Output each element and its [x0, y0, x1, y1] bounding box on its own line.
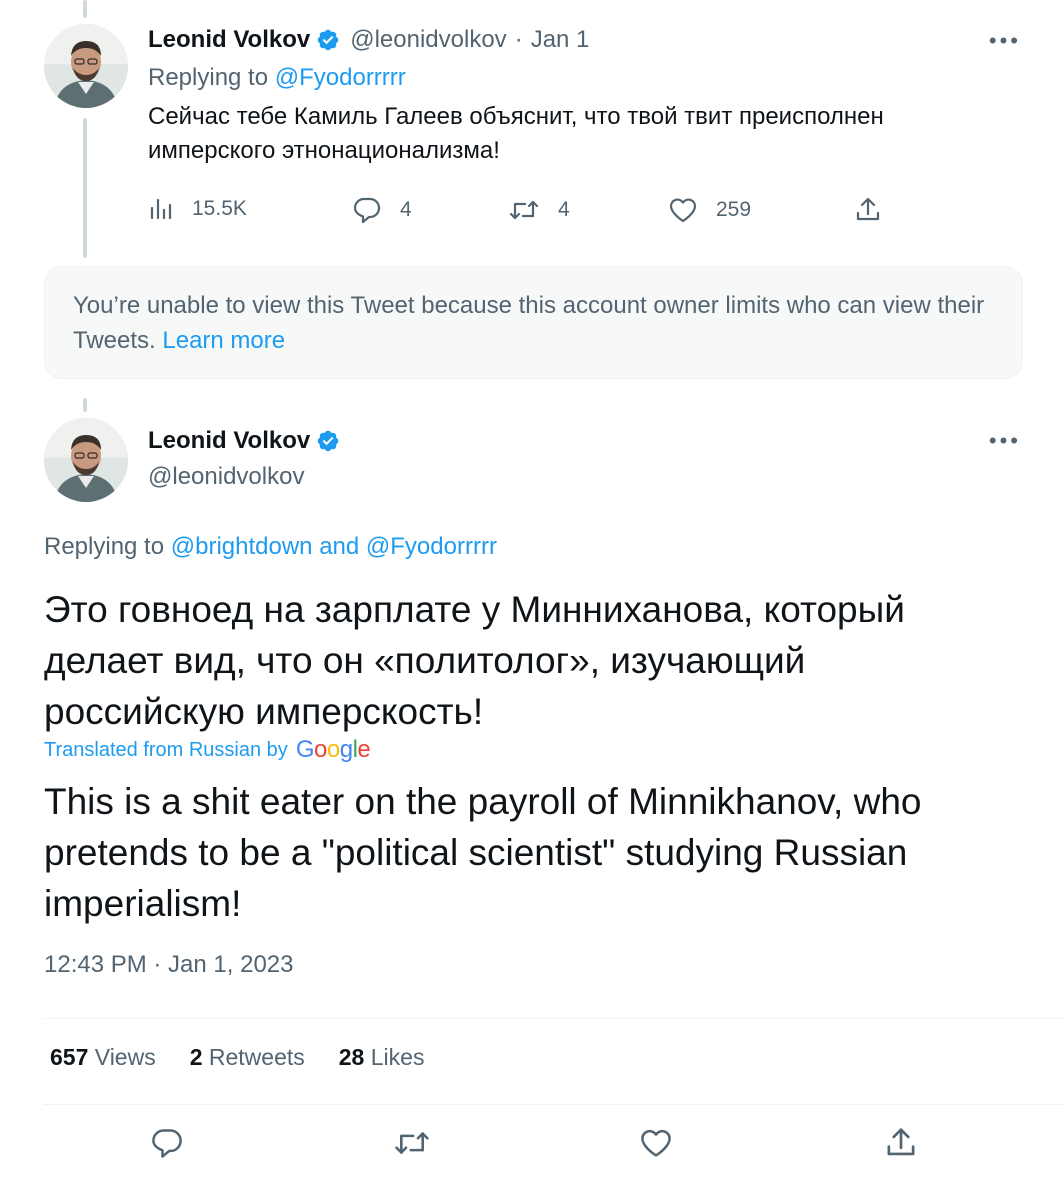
translation-attribution: Translated from Russian by Google: [44, 736, 371, 764]
translation-line-2: pretends to be a "political scientist" s…: [44, 832, 908, 873]
likes-stat[interactable]: 28 Likes: [339, 1044, 425, 1071]
author-handle[interactable]: @leonidvolkov: [350, 26, 506, 54]
tweet-date[interactable]: Jan 1: [531, 26, 590, 54]
like-count: 259: [716, 198, 752, 221]
reply-icon: [352, 196, 382, 224]
divider: [44, 1104, 1063, 1105]
replying-to: Replying to @Fyodorrrrr: [148, 64, 406, 92]
translation-line-1: This is a shit eater on the payroll of M…: [44, 781, 922, 822]
views-label: Views: [94, 1044, 156, 1070]
tweet2-text-line-2: делает вид, что он «политолог», изучающи…: [44, 640, 806, 681]
share-icon: [884, 1128, 918, 1164]
learn-more-link[interactable]: Learn more: [162, 327, 285, 354]
thread-line-top: [83, 0, 87, 18]
tweet2-text-line-3: российскую имперскость!: [44, 691, 484, 732]
like-icon: [668, 196, 698, 224]
views-icon: [148, 196, 174, 222]
retweet-count: 4: [558, 198, 570, 221]
engagement-stats: 657 Views 2 Retweets 28 Likes: [50, 1044, 458, 1071]
tweet-timestamp[interactable]: 12:43 PM · Jan 1, 2023: [44, 951, 294, 979]
thread-line-middle: [83, 118, 87, 258]
reply-button[interactable]: 4: [352, 196, 412, 224]
share-button[interactable]: [854, 196, 882, 224]
tweet2-text: Это говноед на зарплате у Минниханова, к…: [44, 584, 1034, 737]
separator-dot: ·: [514, 26, 523, 53]
retweet-icon: [393, 1132, 431, 1164]
unavailable-tweet-notice: You’re unable to view this Tweet because…: [44, 266, 1023, 379]
reply-icon: [150, 1129, 184, 1164]
tweet1-text: Сейчас тебе Камиль Галеев объяснит, что …: [148, 100, 1028, 168]
likes-label: Likes: [370, 1044, 425, 1070]
retweet-button[interactable]: [393, 1126, 431, 1165]
author-handle[interactable]: @leonidvolkov: [148, 463, 304, 491]
like-icon: [639, 1129, 673, 1164]
tweet2-header: Leonid Volkov: [148, 427, 340, 455]
retweet-button[interactable]: 4: [508, 196, 570, 224]
tweet1-text-line-1: Сейчас тебе Камиль Галеев объяснит, что …: [148, 103, 884, 130]
like-button[interactable]: [639, 1126, 673, 1165]
replying-prefix: Replying to: [148, 64, 269, 91]
views-count: 657: [50, 1044, 89, 1070]
views-button[interactable]: 15.5K: [148, 196, 247, 222]
tweet2-text-line-1: Это говноед на зарплате у Минниханова, к…: [44, 589, 905, 630]
views-count: 15.5K: [192, 197, 247, 220]
reply-count: 4: [400, 198, 412, 221]
reply-button[interactable]: [150, 1126, 184, 1165]
retweets-count: 2: [189, 1044, 203, 1070]
tweet1-text-line-2: имперского этнонационализма!: [148, 137, 500, 164]
replying-prefix: Replying to: [44, 533, 165, 560]
retweet-icon: [508, 196, 540, 224]
reply-mention-link[interactable]: @Fyodorrrrr: [275, 64, 406, 91]
tweet2-translation: This is a shit eater on the payroll of M…: [44, 776, 1034, 929]
share-icon: [854, 196, 882, 224]
google-logo: Google: [295, 736, 371, 763]
retweets-label: Retweets: [208, 1044, 305, 1070]
tweet1-header: Leonid Volkov @leonidvolkov · Jan 1: [148, 26, 589, 54]
more-icon[interactable]: •••: [989, 30, 1021, 52]
thread-line-lower: [83, 398, 87, 412]
avatar[interactable]: [44, 418, 128, 502]
share-button[interactable]: [884, 1126, 918, 1165]
translated-label[interactable]: Translated from Russian by: [44, 739, 288, 762]
author-name[interactable]: Leonid Volkov: [148, 26, 310, 54]
verified-badge-icon: [316, 429, 340, 453]
translation-line-3: imperialism!: [44, 883, 242, 924]
divider: [44, 1018, 1063, 1019]
replying-to: Replying to @brightdown and @Fyodorrrrr: [44, 533, 497, 561]
more-icon[interactable]: •••: [989, 430, 1021, 452]
likes-count: 28: [338, 1044, 365, 1070]
reply-mention-link[interactable]: @brightdown and @Fyodorrrrr: [171, 533, 497, 560]
like-button[interactable]: 259: [668, 196, 751, 224]
avatar[interactable]: [44, 24, 128, 108]
retweets-stat[interactable]: 2 Retweets: [190, 1044, 305, 1071]
tweet1-actions: 15.5K 4 4 259: [148, 190, 888, 230]
verified-badge-icon: [316, 28, 340, 52]
views-stat[interactable]: 657 Views: [50, 1044, 156, 1071]
author-name[interactable]: Leonid Volkov: [148, 427, 310, 455]
